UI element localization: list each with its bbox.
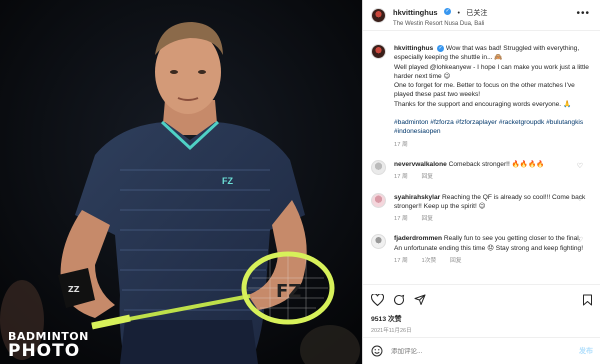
author-avatar[interactable] (371, 7, 386, 23)
caption-body: hkvittinghus ✓ Wow that was bad! Struggl… (394, 44, 590, 150)
shirt-logo: FZ (222, 176, 233, 186)
reply-button[interactable]: 回复 (450, 258, 462, 264)
post-actions: 9513 次赞 2021年11月26日 (363, 284, 600, 334)
comment-likes[interactable]: 1次赞 (421, 258, 436, 264)
comment-username[interactable]: fjaderdrommen (394, 235, 442, 242)
add-comment-bar: 发布 (363, 337, 600, 364)
verified-badge-icon: ✓ (437, 44, 445, 52)
player-illustration: ZZ FZ (0, 0, 362, 364)
comment-age: 17 周 (394, 174, 408, 181)
comment-username[interactable]: syahirahskylar (394, 194, 440, 201)
post-header: hkvittinghus ✓ • 已关注 The Westin Resort N… (363, 0, 600, 31)
comment-avatar[interactable] (371, 192, 386, 208)
action-icons (371, 291, 593, 309)
post-comment-button[interactable]: 发布 (579, 346, 593, 356)
comment-avatar[interactable] (371, 234, 386, 250)
comment-like-heart-icon[interactable]: ♡ (577, 195, 583, 203)
post-location[interactable]: The Westin Resort Nusa Dua, Bali (393, 21, 487, 28)
comment-text: Comeback stronger!! 🔥🔥🔥🔥 (448, 160, 545, 168)
comment-bubble-icon[interactable] (393, 294, 405, 306)
post-side-panel: hkvittinghus ✓ • 已关注 The Westin Resort N… (362, 0, 600, 364)
comment-avatar[interactable] (371, 159, 386, 175)
comment-body: nevervwalkalone Comeback stronger!! 🔥🔥🔥🔥… (394, 160, 590, 183)
emoji-smiley-icon[interactable] (371, 345, 383, 357)
comment-item: syahirahskylar Reaching the QF is alread… (371, 192, 593, 225)
caption-hashtags[interactable]: #badminton #fzforza #fzforzaplayer #rack… (394, 118, 590, 137)
save-bookmark-icon[interactable] (582, 294, 593, 306)
author-username[interactable]: hkvittinghus (393, 8, 438, 18)
comment-like-heart-icon[interactable]: ♡ (577, 162, 583, 170)
post-photo[interactable]: ZZ FZ FZ BADMINTON PHOTO (0, 0, 362, 364)
watermark-line-2: PHOTO (8, 341, 81, 361)
like-heart-icon[interactable] (371, 294, 384, 306)
comment-age: 17 周 (394, 258, 408, 265)
comment-body: fjaderdrommen Really fun to see you gett… (394, 234, 590, 266)
post-date: 2021年11月26日 (371, 328, 412, 334)
caption-line-3: One to forget for me. Better to focus on… (394, 82, 575, 99)
comments-list[interactable]: hkvittinghus ✓ Wow that was bad! Struggl… (363, 32, 600, 284)
caption-line-4: Thanks for the support and encouraging w… (394, 100, 572, 108)
comment-username[interactable]: nevervwalkalone (394, 161, 447, 168)
comment-body: syahirahskylar Reaching the QF is alread… (394, 193, 590, 225)
separator-dot: • (457, 10, 460, 18)
caption-meta: 17 周 (394, 141, 590, 150)
comment-like-heart-icon[interactable]: ♡ (577, 236, 583, 244)
caption-username[interactable]: hkvittinghus (394, 45, 433, 52)
comment-meta: 17 周 回复 (394, 215, 590, 224)
comment-meta: 17 周 回复 (394, 173, 590, 182)
svg-text:FZ: FZ (276, 281, 301, 302)
following-button[interactable]: 已关注 (466, 10, 487, 17)
comment-item: nevervwalkalone Comeback stronger!! 🔥🔥🔥🔥… (371, 159, 593, 183)
post-modal: ZZ FZ FZ BADMINTON PHOTO hkvittinghus ✓ … (0, 0, 600, 364)
caption-line-2: Well played @lohkeanyew - I hope I can m… (394, 63, 589, 80)
comment-item: fjaderdrommen Really fun to see you gett… (371, 234, 593, 266)
header-text: hkvittinghus ✓ • 已关注 The Westin Resort N… (393, 2, 487, 27)
caption-comment: hkvittinghus ✓ Wow that was bad! Struggl… (371, 44, 593, 150)
caption-age: 17 周 (394, 141, 408, 148)
svg-text:ZZ: ZZ (68, 285, 80, 294)
share-send-icon[interactable] (414, 294, 426, 306)
caption-avatar[interactable] (371, 44, 386, 59)
more-options-icon[interactable]: ••• (576, 9, 590, 19)
reply-button[interactable]: 回复 (421, 174, 433, 180)
comment-input[interactable] (391, 347, 561, 355)
reply-button[interactable]: 回复 (421, 216, 433, 222)
like-count[interactable]: 9513 次赞 (371, 313, 593, 323)
comment-age: 17 周 (394, 216, 408, 223)
comment-meta: 17 周 1次赞 回复 (394, 257, 590, 266)
photo-watermark: BADMINTON PHOTO (8, 330, 89, 361)
verified-badge-icon: ✓ (444, 7, 452, 15)
